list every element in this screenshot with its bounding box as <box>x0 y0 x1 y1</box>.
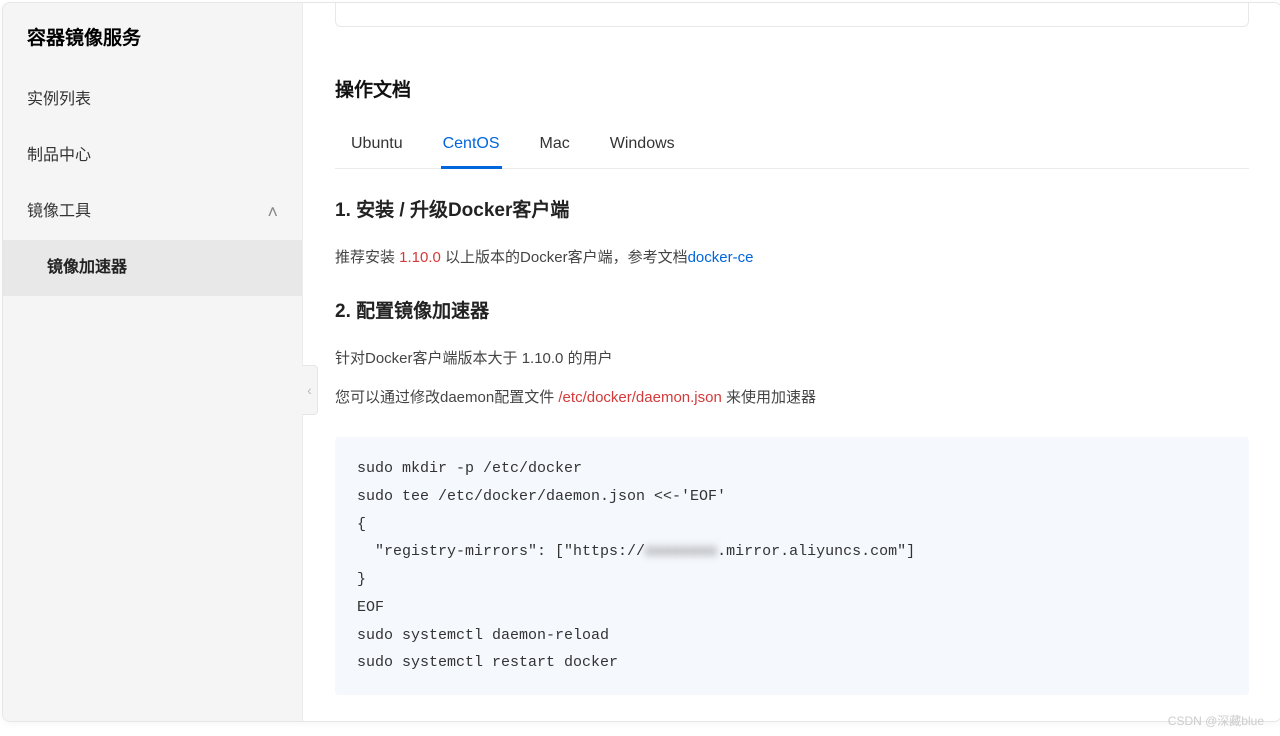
text: 推荐安装 <box>335 249 399 266</box>
sidebar-item-artifacts[interactable]: 制品中心 <box>3 128 302 184</box>
watermark: CSDN @深藏blue <box>1168 712 1264 730</box>
step1-heading: 1. 安装 / 升级Docker客户端 <box>335 197 1249 226</box>
text: 以上版本的Docker客户端，参考文档 <box>441 249 688 266</box>
top-empty-card <box>335 3 1249 27</box>
code-line: sudo mkdir -p /etc/docker <box>357 460 582 477</box>
version-text: 1.10.0 <box>399 249 441 266</box>
text: 来使用加速器 <box>722 389 816 406</box>
sidebar-title: 容器镜像服务 <box>3 3 302 72</box>
tab-centos[interactable]: CentOS <box>441 124 502 169</box>
blurred-subdomain: xxxxxxxx <box>645 543 717 560</box>
step1-paragraph: 推荐安装 1.10.0 以上版本的Docker客户端，参考文档docker-ce <box>335 247 1249 270</box>
code-line: .mirror.aliyuncs.com"] <box>717 543 915 560</box>
code-line: EOF <box>357 599 384 616</box>
step2-paragraph2: 您可以通过修改daemon配置文件 /etc/docker/daemon.jso… <box>335 387 1249 410</box>
app-window: 容器镜像服务 实例列表 制品中心 镜像工具 ˄ 镜像加速器 ‹ 操作文档 Ubu… <box>2 2 1280 722</box>
os-tabs: Ubuntu CentOS Mac Windows <box>335 124 1249 169</box>
sidebar-collapse-handle[interactable]: ‹ <box>302 365 318 415</box>
code-line: } <box>357 571 366 588</box>
main-content: 操作文档 Ubuntu CentOS Mac Windows 1. 安装 / 升… <box>303 3 1280 721</box>
step2-heading: 2. 配置镜像加速器 <box>335 298 1249 327</box>
sidebar-item-label: 镜像工具 <box>27 200 91 224</box>
sidebar-item-label: 制品中心 <box>27 144 91 168</box>
sidebar: 容器镜像服务 实例列表 制品中心 镜像工具 ˄ 镜像加速器 ‹ <box>3 3 303 721</box>
text: 针对Docker客户端版本大于 <box>335 350 522 367</box>
code-line: sudo systemctl daemon-reload <box>357 627 609 644</box>
step2-paragraph1: 针对Docker客户端版本大于 1.10.0 的用户 <box>335 348 1249 371</box>
code-line: { <box>357 516 366 533</box>
code-line: sudo systemctl restart docker <box>357 654 618 671</box>
code-block[interactable]: sudo mkdir -p /etc/docker sudo tee /etc/… <box>335 437 1249 695</box>
text: 的用户 <box>563 350 612 367</box>
sidebar-item-label: 镜像加速器 <box>47 259 127 276</box>
chevron-left-icon: ‹ <box>307 380 312 401</box>
code-line: sudo tee /etc/docker/daemon.json <<-'EOF… <box>357 488 726 505</box>
sidebar-subitem-mirror-accelerator[interactable]: 镜像加速器 <box>3 240 302 296</box>
version-text: 1.10.0 <box>522 350 564 367</box>
docker-ce-link[interactable]: docker-ce <box>688 249 754 266</box>
sidebar-item-image-tools[interactable]: 镜像工具 ˄ <box>3 184 302 240</box>
tab-windows[interactable]: Windows <box>608 124 677 169</box>
sidebar-item-label: 实例列表 <box>27 88 91 112</box>
chevron-up-icon: ˄ <box>267 203 278 221</box>
section-title: 操作文档 <box>335 77 1249 106</box>
sidebar-item-instances[interactable]: 实例列表 <box>3 72 302 128</box>
tab-ubuntu[interactable]: Ubuntu <box>349 124 405 169</box>
config-path: /etc/docker/daemon.json <box>558 389 721 406</box>
code-line: "registry-mirrors": ["https:// <box>357 543 645 560</box>
tab-mac[interactable]: Mac <box>538 124 572 169</box>
text: 您可以通过修改daemon配置文件 <box>335 389 558 406</box>
